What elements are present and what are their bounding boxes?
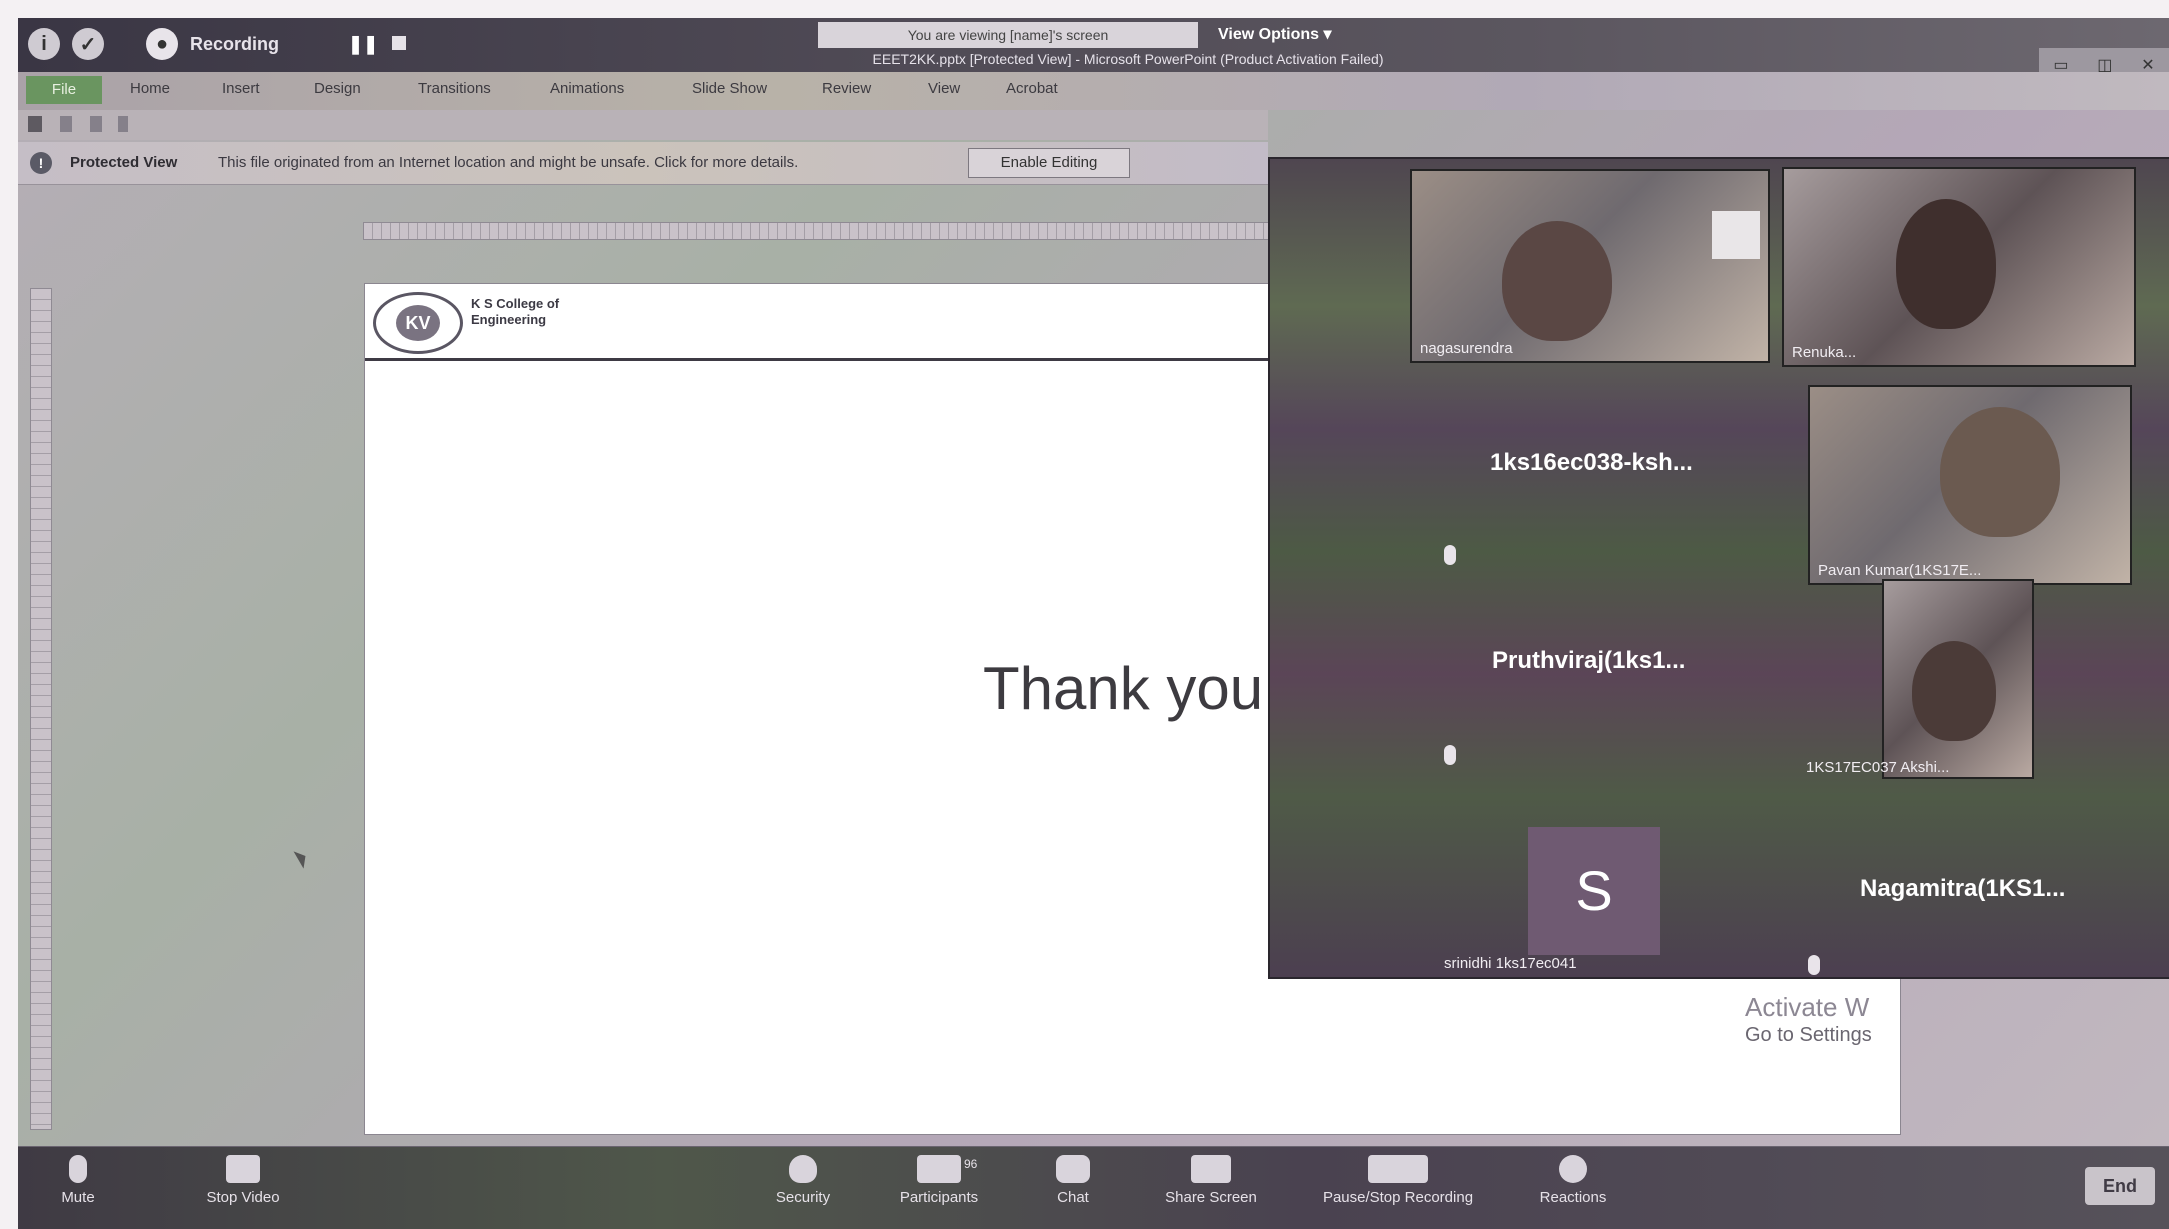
redo-icon[interactable] (90, 116, 102, 132)
participant-video-tile[interactable] (1882, 579, 2034, 779)
protected-view-bar: ! Protected View This file originated fr… (18, 142, 1268, 185)
microphone-icon (1444, 545, 1456, 565)
tab-design[interactable]: Design (314, 80, 361, 97)
window-title: EEET2KK.pptx [Protected View] - Microsof… (872, 51, 1384, 67)
info-icon[interactable]: i (28, 28, 60, 60)
record-icon: ● (146, 28, 178, 60)
microphone-icon (1808, 955, 1820, 975)
reactions-button[interactable]: Reactions (1498, 1155, 1648, 1206)
protected-view-title: Protected View (70, 154, 178, 171)
zoom-top-bar: i ✓ ● Recording ❚❚ You are viewing [name… (18, 18, 2169, 82)
participant-name: 1KS17EC037 Akshi... (1806, 759, 1950, 776)
participant-name: Renuka... (1792, 344, 1857, 361)
security-button[interactable]: Security (728, 1155, 878, 1206)
protected-shield-icon: ! (30, 152, 52, 174)
security-label: Security (775, 1189, 831, 1206)
chat-label: Chat (1057, 1189, 1089, 1206)
mute-button[interactable]: Mute (28, 1155, 128, 1206)
undo-icon[interactable] (60, 116, 72, 132)
pause-stop-recording-button[interactable]: Pause/Stop Recording (1288, 1155, 1508, 1206)
vertical-ruler (30, 288, 52, 1130)
participant-name-audio: Pruthviraj(1ks1... (1492, 647, 1686, 674)
tab-slide-show[interactable]: Slide Show (692, 80, 767, 97)
participant-video-tile[interactable]: Pavan Kumar(1KS17E... (1808, 385, 2132, 585)
mouse-cursor-icon (293, 847, 311, 869)
participant-face (1940, 407, 2060, 537)
participant-name-audio: Nagamitra(1KS1... (1860, 875, 2066, 902)
participant-gallery: nagasurendra Renuka... 1ks16ec038-ksh...… (1268, 157, 2169, 979)
chat-button[interactable]: Chat (998, 1155, 1148, 1206)
pause-recording-icon[interactable]: ❚❚ (348, 34, 378, 55)
share-screen-label: Share Screen (1165, 1189, 1257, 1206)
participant-name: srinidhi 1ks17ec041 (1444, 955, 1577, 972)
participant-face (1912, 641, 1996, 741)
save-icon[interactable] (28, 116, 42, 132)
participants-label: Participants (899, 1189, 979, 1206)
chat-icon (1056, 1155, 1090, 1183)
quick-access-toolbar (18, 110, 1268, 140)
tab-transitions[interactable]: Transitions (418, 80, 491, 97)
stop-recording-icon[interactable] (392, 36, 406, 50)
pause-stop-icon (1368, 1155, 1428, 1183)
horizontal-ruler (363, 222, 1285, 240)
activate-windows-title: Activate W (1745, 992, 1870, 1022)
mute-label: Mute (61, 1189, 95, 1206)
enable-editing-button[interactable]: Enable Editing (968, 148, 1130, 178)
camera-icon (226, 1155, 260, 1183)
participant-video-tile[interactable]: nagasurendra (1410, 169, 1770, 363)
participants-button[interactable]: 96 Participants (864, 1155, 1014, 1206)
college-logo: KV (373, 292, 463, 354)
protected-view-message[interactable]: This file originated from an Internet lo… (218, 154, 798, 171)
tab-acrobat[interactable]: Acrobat (1006, 80, 1058, 97)
stop-video-button[interactable]: Stop Video (168, 1155, 318, 1206)
tab-home[interactable]: Home (130, 80, 170, 97)
view-options-label: View Options (1218, 26, 1320, 43)
tab-insert[interactable]: Insert (222, 80, 260, 97)
end-meeting-button[interactable]: End (2085, 1167, 2155, 1205)
activate-windows-subtitle: Go to Settings (1745, 1024, 1872, 1046)
participant-name: nagasurendra (1420, 340, 1513, 357)
stop-video-label: Stop Video (206, 1189, 280, 1206)
participant-name-audio: 1ks16ec038-ksh... (1490, 449, 1693, 476)
smiley-icon (1559, 1155, 1587, 1183)
college-name: K S College of Engineering (471, 296, 559, 328)
tab-file[interactable]: File (26, 76, 102, 104)
app-window: i ✓ ● Recording ❚❚ You are viewing [name… (18, 18, 2169, 1229)
view-options-button[interactable]: View Options ▾ (1218, 22, 1332, 48)
participant-name: Pavan Kumar(1KS17E... (1818, 562, 1982, 579)
recording-label: Recording (190, 34, 280, 54)
tab-animations[interactable]: Animations (550, 80, 624, 97)
college-name-line2: Engineering (471, 312, 547, 327)
shield-icon[interactable]: ✓ (72, 28, 104, 60)
share-screen-button[interactable]: Share Screen (1136, 1155, 1286, 1206)
microphone-icon (1444, 745, 1456, 765)
meeting-controls-bar: Mute Stop Video Security 96 Participants… (18, 1146, 2169, 1229)
participant-face (1502, 221, 1612, 341)
ribbon-tabs: File Home Insert Design Transitions Anim… (18, 72, 2169, 110)
chevron-down-icon: ▾ (1323, 26, 1332, 43)
share-screen-icon (1191, 1155, 1231, 1183)
participants-count: 96 (964, 1157, 978, 1171)
slide-main-text: Thank you (983, 655, 1264, 722)
participants-icon (917, 1155, 961, 1183)
participant-video-tile[interactable]: Renuka... (1782, 167, 2136, 367)
participant-face (1896, 199, 1996, 329)
college-name-line1: K S College of (471, 296, 560, 311)
participant-avatar[interactable]: S (1528, 827, 1660, 955)
college-logo-text: KV (396, 305, 440, 341)
tab-view[interactable]: View (928, 80, 960, 97)
shield-icon (789, 1155, 817, 1183)
customize-qat-icon[interactable] (118, 116, 128, 132)
microphone-icon (69, 1155, 87, 1183)
reactions-label: Reactions (1539, 1189, 1607, 1206)
pause-stop-recording-label: Pause/Stop Recording (1322, 1189, 1474, 1206)
screen-share-banner: You are viewing [name]'s screen (818, 22, 1198, 48)
tab-review[interactable]: Review (822, 80, 871, 97)
window-background (1712, 211, 1760, 259)
